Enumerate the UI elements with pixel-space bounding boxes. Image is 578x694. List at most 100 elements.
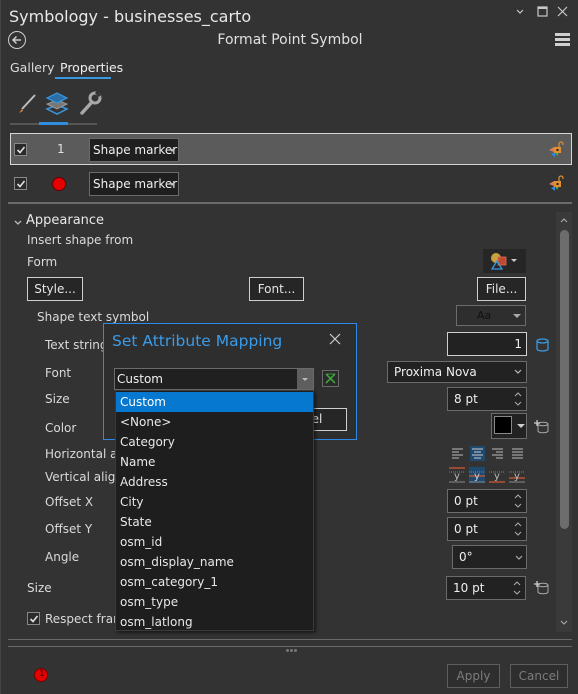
tab-gallery[interactable]: Gallery (10, 60, 55, 75)
divider (8, 646, 572, 647)
cancel-button[interactable]: Cancel (510, 664, 568, 688)
paintbrush-icon[interactable] (13, 90, 39, 116)
unlock-icon[interactable] (547, 174, 565, 195)
offset-x-input[interactable]: 0 pt (447, 489, 527, 513)
list-item-city[interactable]: City (116, 492, 313, 512)
align-center-icon[interactable] (470, 446, 485, 461)
attribute-mapping-icon[interactable] (536, 338, 549, 355)
shape-form-dropdown[interactable] (483, 249, 526, 273)
list-item-osm-id[interactable]: osm_id (116, 532, 313, 552)
respect-frame-checkbox[interactable] (27, 612, 40, 625)
svg-text:y: y (514, 471, 520, 482)
align-left-icon[interactable] (450, 446, 465, 461)
spinner-icon[interactable] (513, 389, 523, 409)
angle-label: Angle (45, 550, 80, 564)
color-picker[interactable] (491, 413, 527, 439)
shape-text-symbol-label: Shape text symbol (37, 310, 150, 324)
angle-dropdown[interactable]: 0° (452, 545, 527, 569)
caret-down-icon (302, 378, 308, 381)
layer-type-dropdown[interactable]: Shape marker (89, 172, 179, 196)
scroll-thumb[interactable] (560, 230, 569, 529)
spinner-icon[interactable] (512, 578, 522, 598)
active-tab-indicator (55, 77, 111, 79)
divider (8, 639, 572, 640)
attribute-options-list[interactable]: Custom <None> Category Name Address City… (115, 390, 314, 631)
combo-dropdown-button[interactable] (297, 369, 313, 389)
expression-builder-button[interactable] (322, 370, 339, 387)
list-item-osm-display-name[interactable]: osm_display_name (116, 552, 313, 572)
attribute-combo[interactable]: Custom (114, 368, 314, 390)
font-button[interactable]: Font... (249, 277, 304, 301)
wrench-icon[interactable] (77, 90, 103, 116)
layer-type-value: Shape marker (93, 177, 178, 191)
text-symbol-preview: Aa (477, 309, 492, 322)
maximize-icon[interactable] (534, 6, 550, 21)
offset-x-label: Offset X (45, 495, 94, 509)
size-input[interactable]: 8 pt (447, 387, 527, 411)
valign-top-icon[interactable]: y (449, 467, 465, 483)
outer-size-label: Size (27, 581, 52, 595)
appearance-section-header[interactable]: Appearance (26, 213, 104, 228)
unlock-icon[interactable] (547, 140, 565, 161)
excel-x-icon (325, 373, 336, 384)
splitter-grip[interactable] (286, 641, 298, 655)
close-icon[interactable] (554, 6, 570, 21)
list-item-osm-latlong[interactable]: osm_latlong (116, 612, 313, 632)
layer-row-2[interactable]: Shape marker (10, 168, 572, 200)
layer-row-1[interactable]: 1 Shape marker (10, 133, 572, 165)
layer-visibility-checkbox[interactable] (14, 177, 27, 190)
valign-center-icon[interactable]: y (469, 467, 485, 483)
file-button[interactable]: File... (477, 277, 526, 301)
spinner-icon[interactable] (513, 491, 523, 511)
combo-value: Custom (117, 372, 163, 386)
marker-swatch (52, 177, 66, 191)
offset-y-input[interactable]: 0 pt (447, 517, 527, 541)
spinner-icon[interactable] (513, 519, 523, 539)
list-item-category[interactable]: Category (116, 432, 313, 452)
list-item-none[interactable]: <None> (116, 412, 313, 432)
checkmark-icon (16, 146, 26, 154)
pane-title: Symbology - businesses_carto (9, 7, 252, 26)
valign-baseline-icon[interactable]: y (489, 467, 505, 483)
size-label: Size (45, 392, 70, 406)
divider (8, 202, 572, 204)
horizontal-alignment-label: Horizontal ali (45, 447, 125, 461)
chevron-down-icon[interactable] (13, 216, 23, 230)
insert-shape-label: Insert shape from (27, 233, 134, 247)
apply-button[interactable]: Apply (447, 664, 500, 688)
tool-tab-indicator (39, 122, 68, 125)
svg-text:y: y (454, 471, 460, 482)
error-indicator-icon[interactable]: 1 (34, 668, 48, 682)
hamburger-menu-icon[interactable] (555, 33, 570, 47)
list-item-address[interactable]: Address (116, 472, 313, 492)
close-icon[interactable] (328, 332, 342, 346)
list-item-osm-type[interactable]: osm_type (116, 592, 313, 612)
add-attribute-mapping-icon[interactable] (534, 581, 550, 598)
list-item-custom[interactable]: Custom (116, 392, 313, 412)
scroll-down-icon[interactable] (560, 620, 568, 626)
chevron-down-icon[interactable] (512, 6, 528, 21)
font-label: Font (45, 366, 72, 380)
add-attribute-mapping-icon[interactable] (534, 420, 550, 437)
layer-visibility-checkbox[interactable] (14, 143, 27, 156)
text-string-label: Text string (45, 338, 108, 352)
layer-type-dropdown[interactable]: Shape marker (89, 138, 179, 162)
valign-bottom-icon[interactable]: y (509, 467, 525, 483)
list-item-osm-category-1[interactable]: osm_category_1 (116, 572, 313, 592)
layers-icon[interactable] (44, 90, 70, 116)
dialog-title: Set Attribute Mapping (112, 332, 283, 350)
align-justify-icon[interactable] (510, 446, 525, 461)
scroll-up-icon[interactable] (560, 217, 568, 223)
list-item-name[interactable]: Name (116, 452, 313, 472)
list-item-state[interactable]: State (116, 512, 313, 532)
font-dropdown[interactable]: Proxima Nova (387, 361, 527, 383)
align-right-icon[interactable] (490, 446, 505, 461)
tab-properties[interactable]: Properties (60, 60, 123, 75)
form-label: Form (27, 255, 58, 269)
text-symbol-dropdown[interactable]: Aa (456, 305, 526, 326)
style-button[interactable]: Style... (27, 277, 83, 301)
text-string-input[interactable]: 1 (447, 332, 527, 356)
caret-down-icon (169, 149, 175, 152)
outer-size-input[interactable]: 10 pt (446, 576, 526, 600)
page-subtitle: Format Point Symbol (217, 32, 363, 48)
